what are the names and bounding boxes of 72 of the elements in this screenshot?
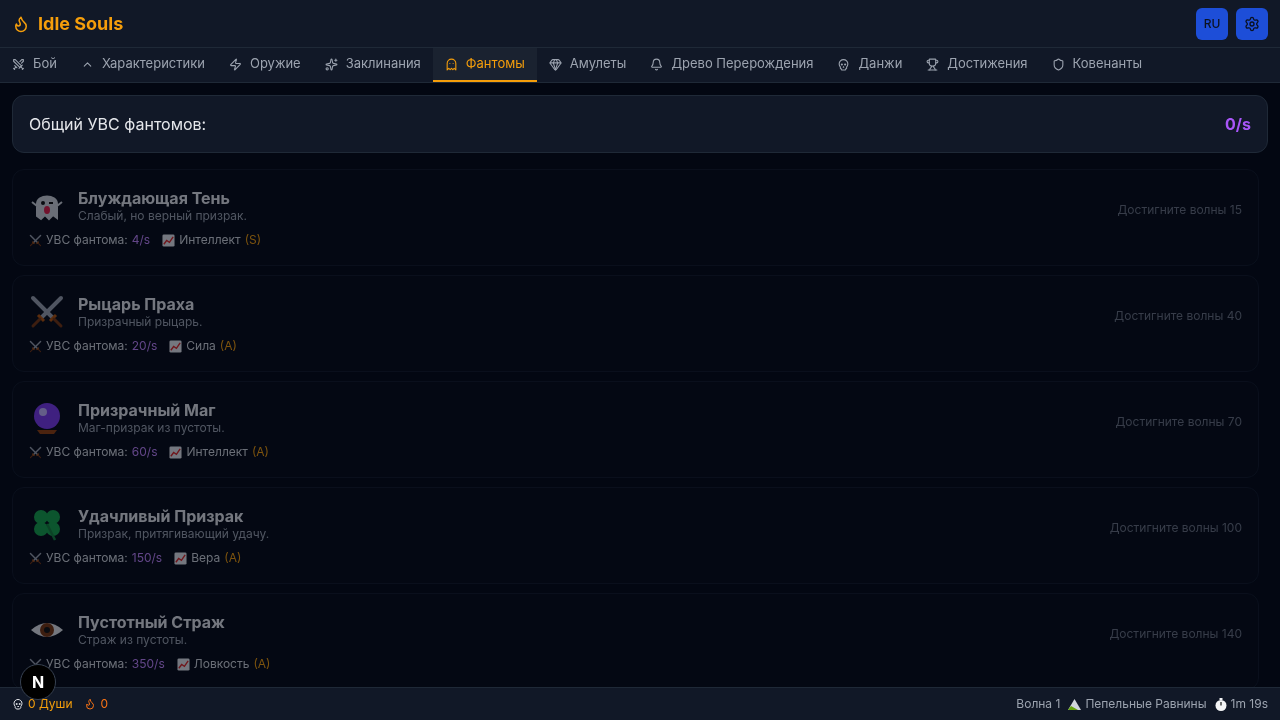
scaling-attribute: Интеллект	[186, 444, 248, 460]
chart-icon	[162, 233, 176, 247]
mountain-icon	[1068, 698, 1082, 710]
flame-icon	[84, 698, 97, 710]
embers-count: 0	[100, 696, 109, 712]
chart-icon	[174, 551, 188, 565]
scaling-attribute: Вера	[191, 550, 221, 566]
chart-icon	[176, 657, 190, 671]
flame-icon	[12, 14, 30, 33]
trophy-icon	[926, 57, 940, 71]
dps-label: УВС фантома:	[46, 444, 128, 460]
scaling-attribute: Сила	[186, 338, 216, 354]
scaling-attribute: Ловкость	[193, 656, 250, 672]
settings-button[interactable]	[1236, 7, 1268, 40]
nav-tab[interactable]: Заклинания	[312, 48, 433, 82]
nav-tab[interactable]: Достижения	[914, 48, 1040, 82]
bell-icon	[650, 57, 664, 71]
skull-icon	[12, 698, 24, 710]
crossed-swords-icon	[29, 551, 42, 565]
dps-value: 20/s	[131, 338, 158, 354]
phantom-name: Призрачный Маг	[78, 400, 217, 420]
phantom-name: Удачливый Призрак	[78, 506, 245, 526]
nav-tab[interactable]: Древо Перерождения	[638, 48, 826, 82]
total-dps-value: 0/s	[1225, 113, 1251, 136]
phantom-name: Рыцарь Праха	[78, 294, 196, 314]
phantom-description: Слабый, но верный призрак.	[78, 208, 248, 224]
dps-label: УВС фантома:	[46, 232, 128, 248]
scaling-grade: (A)	[253, 656, 271, 672]
wave-number: Волна 1	[1016, 696, 1061, 712]
app-title: Idle Souls	[38, 11, 124, 36]
dps-value: 150/s	[131, 550, 163, 566]
stopwatch-icon	[1214, 697, 1227, 711]
nav-tab[interactable]: Бой	[0, 48, 69, 82]
scaling-grade: (A)	[251, 444, 269, 460]
ghost-icon	[444, 57, 458, 71]
gem-icon	[548, 57, 562, 71]
crossed-swords-icon	[29, 445, 42, 459]
nav-tab[interactable]: Фантомы	[432, 48, 537, 82]
crossed-swords-icon	[29, 233, 42, 247]
lightning-icon	[228, 57, 242, 71]
dps-value: 350/s	[131, 656, 165, 672]
nav-tab[interactable]: Оружие	[216, 48, 313, 82]
nav-tab[interactable]: Амулеты	[536, 48, 639, 82]
dps-value: 4/s	[131, 232, 151, 248]
nav-tab[interactable]: Характеристики	[68, 48, 217, 82]
shield-icon	[1051, 57, 1065, 71]
dps-label: УВС фантома:	[46, 550, 128, 566]
chart-icon	[169, 339, 183, 353]
scaling-attribute: Интеллект	[179, 232, 241, 248]
nav-tab[interactable]: Данжи	[825, 48, 915, 82]
nav-tab[interactable]: Ковенанты	[1039, 48, 1154, 82]
swords-icon	[12, 57, 25, 71]
dps-value: 60/s	[131, 444, 158, 460]
crossed-swords-icon	[29, 339, 42, 353]
phantom-name: Пустотный Страж	[78, 612, 225, 632]
location-name: Пепельные Равнины	[1085, 696, 1207, 712]
phantom-description: Призрачный рыцарь.	[78, 314, 203, 330]
scaling-grade: (S)	[244, 232, 262, 248]
phantom-name: Блуждающая Тень	[78, 188, 231, 208]
phantom-description: Маг-призрак из пустоты.	[78, 420, 225, 436]
elapsed-time: 1m 19s	[1230, 696, 1268, 712]
scaling-grade: (A)	[219, 338, 237, 354]
dps-label: УВС фантома:	[46, 338, 128, 354]
chart-icon	[169, 445, 183, 459]
phantom-description: Страж из пустоты.	[78, 632, 189, 648]
total-dps-label: Общий УВС фантомов:	[29, 113, 207, 136]
skull-icon	[837, 57, 851, 71]
sparkles-icon	[324, 57, 338, 71]
settings-icon	[1244, 15, 1260, 32]
phantom-description: Призрак, притягивающий удачу.	[78, 526, 270, 542]
scaling-grade: (A)	[224, 550, 242, 566]
crossed-swords-icon	[29, 294, 65, 330]
